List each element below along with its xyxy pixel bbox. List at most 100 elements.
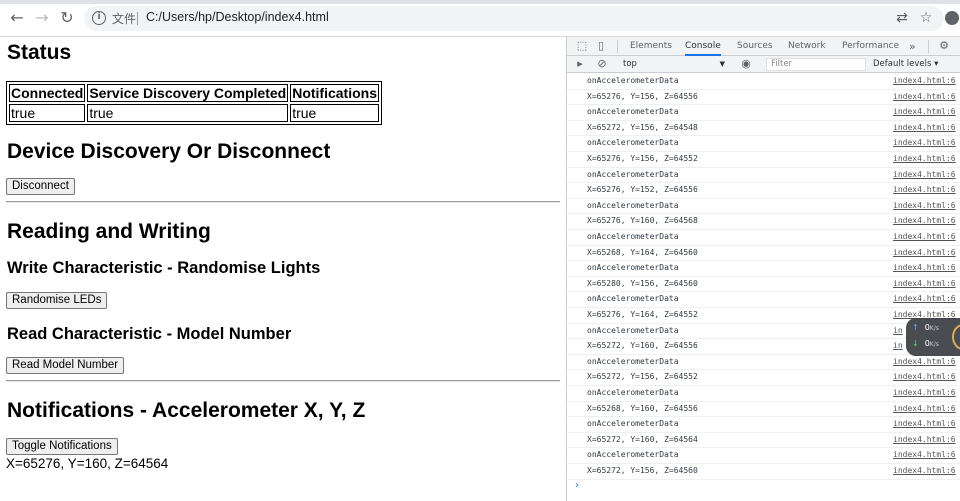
table-header-service-discovery: Service Discovery Completed	[87, 84, 289, 102]
console-log-row: onAccelerometerData index4.html:6	[567, 386, 960, 402]
filter-input[interactable]: Filter	[766, 58, 866, 71]
console-message: onAccelerometerData	[587, 388, 679, 397]
console-log-row: onAccelerometerData index4.html:6	[567, 417, 960, 433]
tab-console[interactable]: Console	[685, 37, 721, 56]
clear-console-icon[interactable]: ⊘	[595, 57, 609, 71]
console-log-row: onAccelerometerData index4.html:6	[567, 292, 960, 308]
randomise-leds-button[interactable]: Randomise LEDs	[6, 292, 108, 309]
widget-ring-icon	[952, 324, 960, 350]
tab-performance[interactable]: Performance	[842, 37, 899, 56]
upload-speed: ↑ 0K/s	[912, 323, 939, 332]
source-link[interactable]: index4.html:6	[893, 216, 956, 225]
address-bar[interactable]: i 文件 C:/Users/hp/Desktop/index4.html ⇄ ☆	[84, 6, 944, 31]
source-link[interactable]: index4.html:6	[893, 107, 956, 116]
console-message: X=65268, Y=164, Z=64560	[587, 247, 698, 257]
source-link[interactable]: index4.html:6	[893, 357, 956, 366]
disconnect-button[interactable]: Disconnect	[6, 178, 75, 195]
live-expression-eye-icon[interactable]: ◉	[739, 57, 753, 71]
console-log-row: onAccelerometerData index4.html:6	[567, 74, 960, 90]
console-message: onAccelerometerData	[587, 419, 679, 429]
console-log-row: X=65272, Y=156, Z=64552 index4.html:6	[567, 370, 960, 386]
notifications-heading: Notifications - Accelerometer X, Y, Z	[7, 399, 366, 422]
reload-icon[interactable]: ↻	[58, 9, 76, 27]
download-speed: ↓ 0K/s	[912, 339, 939, 348]
source-link[interactable]: in	[893, 326, 903, 335]
source-link[interactable]: index4.html:6	[893, 92, 956, 101]
source-link[interactable]: index4.html:6	[893, 170, 956, 179]
source-link[interactable]: index4.html:6	[893, 201, 956, 210]
table-header-connected: Connected	[9, 84, 86, 102]
source-link[interactable]: index4.html:6	[893, 372, 956, 381]
source-link[interactable]: index4.html:6	[893, 263, 956, 272]
console-message: onAccelerometerData	[587, 76, 679, 85]
tab-elements[interactable]: Elements	[630, 37, 672, 56]
source-link[interactable]: in	[893, 341, 903, 350]
tab-network[interactable]: Network	[788, 37, 826, 56]
device-toolbar-icon[interactable]: ▯	[594, 39, 608, 53]
accelerometer-readout: X=65276, Y=160, Z=64564	[6, 456, 169, 471]
console-message: X=65272, Y=156, Z=64560	[587, 466, 698, 475]
devtools-tab-bar: ⬚ ▯ Elements Console Sources Network Per…	[567, 37, 960, 56]
bookmark-star-icon[interactable]: ☆	[918, 9, 934, 27]
context-label: top	[623, 59, 637, 69]
toggle-notifications-button[interactable]: Toggle Notifications	[6, 438, 118, 455]
console-log-row: X=65276, Y=152, Z=64556 index4.html:6	[567, 183, 960, 199]
upload-unit: K/s	[929, 325, 939, 332]
console-message: X=65276, Y=156, Z=64552	[587, 154, 698, 163]
network-speed-widget[interactable]: ↑ 0K/s ↓ 0K/s	[906, 318, 960, 356]
console-log-row: X=65280, Y=156, Z=64560 index4.html:6	[567, 277, 960, 293]
log-levels-dropdown[interactable]: Default levels ▾	[873, 58, 938, 71]
source-link[interactable]: index4.html:6	[893, 138, 956, 147]
write-characteristic-heading: Write Characteristic - Randomise Lights	[7, 259, 321, 277]
source-link[interactable]: index4.html:6	[893, 76, 956, 85]
download-unit: K/s	[929, 341, 939, 348]
toolbar-separator	[928, 40, 929, 53]
console-log-row: X=65276, Y=156, Z=64552 index4.html:6	[567, 152, 960, 168]
toolbar-separator	[617, 40, 618, 53]
status-table: Connected Service Discovery Completed No…	[6, 81, 382, 125]
console-log-row: X=65272, Y=160, Z=64556 in	[567, 339, 960, 355]
source-link[interactable]: index4.html:6	[893, 294, 956, 303]
inspect-element-icon[interactable]: ⬚	[575, 39, 589, 53]
sidebar-toggle-icon[interactable]: ▸	[573, 57, 587, 71]
console-message: onAccelerometerData	[587, 294, 679, 304]
back-arrow-icon[interactable]: ←	[8, 9, 26, 27]
url-text[interactable]: C:/Users/hp/Desktop/index4.html	[146, 10, 329, 24]
console-message: onAccelerometerData	[587, 356, 679, 366]
info-icon[interactable]: i	[92, 11, 106, 25]
forward-arrow-icon[interactable]: →	[33, 9, 51, 27]
source-link[interactable]: index4.html:6	[893, 450, 956, 459]
source-link[interactable]: index4.html:6	[893, 232, 956, 241]
source-link[interactable]: index4.html:6	[893, 388, 956, 397]
source-link[interactable]: index4.html:6	[893, 123, 956, 132]
source-link[interactable]: index4.html:6	[893, 435, 956, 444]
source-link[interactable]: index4.html:6	[893, 185, 956, 194]
console-prompt[interactable]: ›	[575, 480, 579, 491]
source-link[interactable]: index4.html:6	[893, 466, 956, 475]
gear-icon[interactable]: ⚙	[937, 39, 951, 53]
source-link[interactable]: index4.html:6	[893, 248, 956, 257]
translate-icon[interactable]: ⇄	[894, 9, 910, 27]
source-link[interactable]: index4.html:6	[893, 154, 956, 163]
console-toolbar: ▸ ⊘ top ▼ ◉ Filter Default levels ▾	[567, 56, 960, 73]
console-message: X=65272, Y=160, Z=64556	[587, 341, 698, 351]
tab-sources[interactable]: Sources	[737, 37, 773, 56]
source-link[interactable]: index4.html:6	[893, 404, 956, 413]
console-message: onAccelerometerData	[587, 232, 679, 241]
context-selector[interactable]: top ▼	[623, 58, 725, 71]
console-log-row: onAccelerometerData in	[567, 324, 960, 340]
read-model-number-button[interactable]: Read Model Number	[6, 357, 125, 374]
console-message: X=65276, Y=152, Z=64556	[587, 185, 698, 195]
console-log-row: onAccelerometerData index4.html:6	[567, 448, 960, 464]
divider	[6, 380, 560, 382]
console-message: onAccelerometerData	[587, 200, 679, 210]
more-tabs-icon[interactable]: »	[909, 37, 916, 56]
console-log-row: onAccelerometerData index4.html:6	[567, 230, 960, 246]
console-message: X=65276, Y=160, Z=64568	[587, 216, 698, 226]
profile-avatar[interactable]	[945, 11, 959, 25]
source-link[interactable]: index4.html:6	[893, 279, 956, 288]
console-log-row: onAccelerometerData index4.html:6	[567, 136, 960, 152]
console-log-row: X=65272, Y=160, Z=64564 index4.html:6	[567, 433, 960, 449]
source-link[interactable]: index4.html:6	[893, 419, 956, 428]
chevron-down-icon: ▼	[719, 60, 725, 68]
